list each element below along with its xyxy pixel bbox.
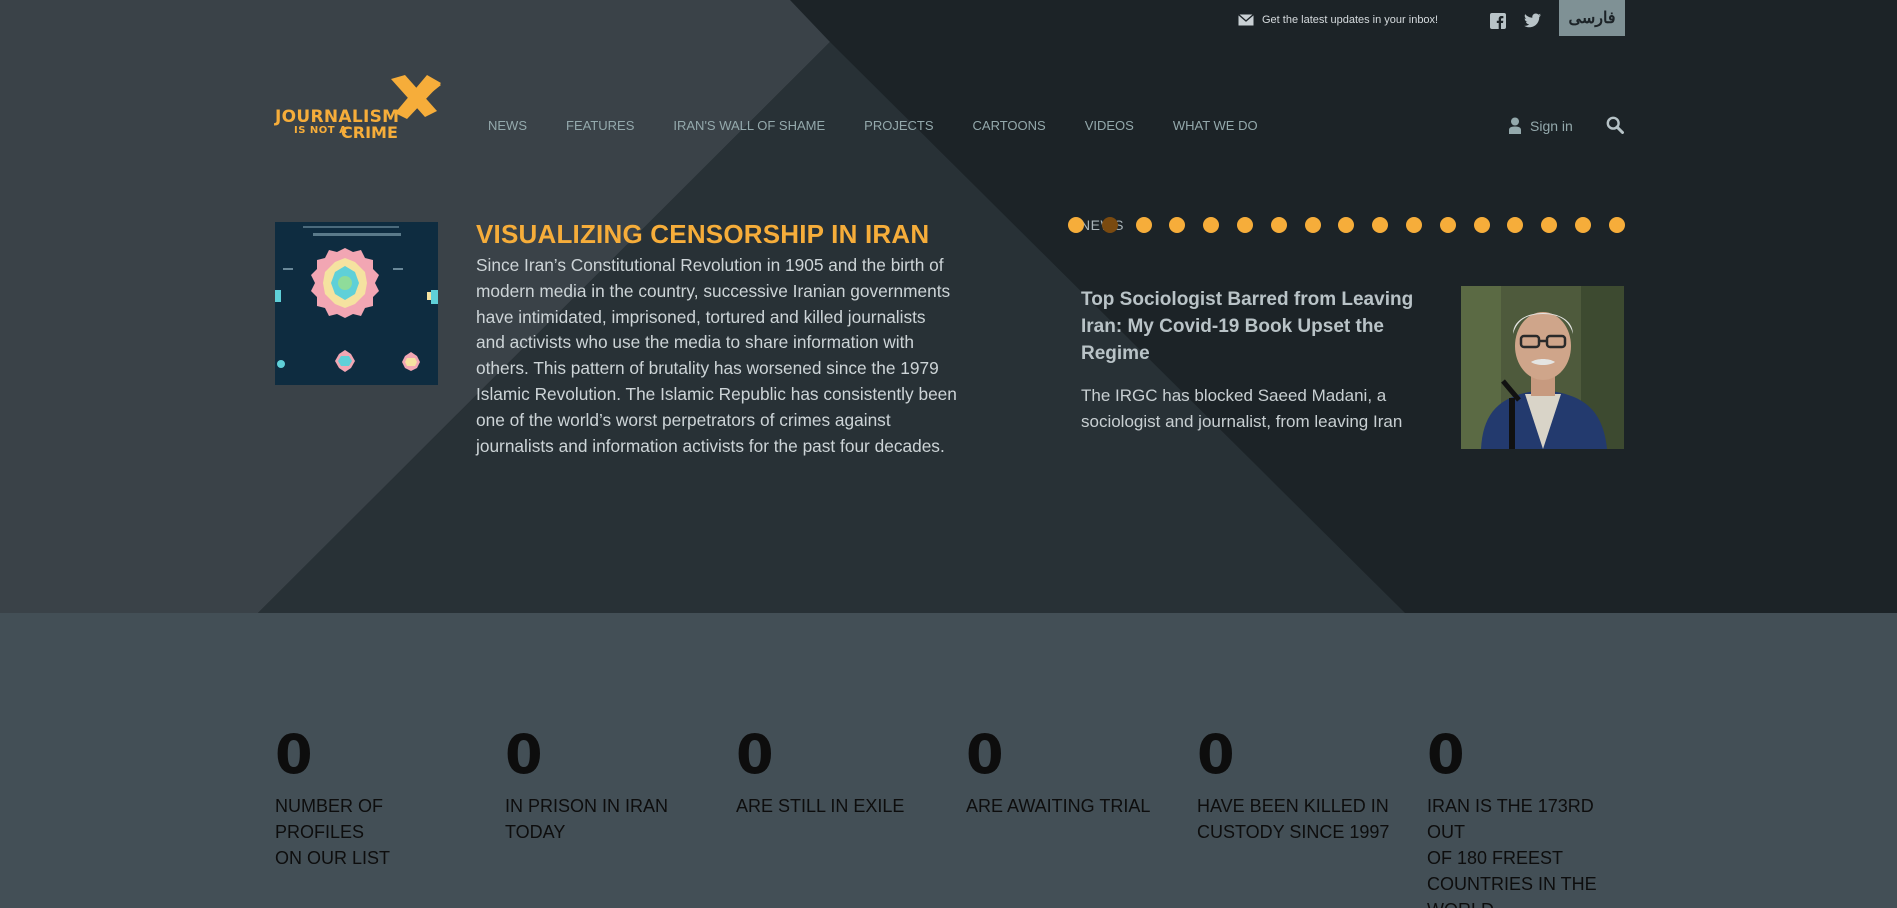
news-title-line: Top Sociologist Barred from Leaving xyxy=(1081,289,1414,310)
stat-label-line: HAVE BEEN KILLED IN xyxy=(1197,796,1389,816)
slider-dot[interactable] xyxy=(1068,217,1084,233)
stat-label: ARE AWAITING TRIAL xyxy=(966,793,1166,819)
nav-news[interactable]: NEWS xyxy=(488,118,527,133)
stat-profiles: 0 NUMBER OF PROFILES ON OUR LIST xyxy=(275,727,475,871)
stat-label: NUMBER OF PROFILES ON OUR LIST xyxy=(275,793,475,871)
nav-what-we-do[interactable]: WHAT WE DO xyxy=(1173,118,1258,133)
news-title-line: Regime xyxy=(1081,343,1150,364)
feature-body-line: Islamic Revolution. The Islamic Republic… xyxy=(476,383,957,404)
stat-in-exile: 0 ARE STILL IN EXILE xyxy=(736,727,936,819)
top-bar: Get the latest updates in your inbox! فا… xyxy=(0,0,1897,36)
news-title-line: Iran: My Covid-19 Book Upset the xyxy=(1081,316,1384,337)
stat-value: 0 xyxy=(505,723,543,786)
stat-value: 0 xyxy=(966,723,1004,786)
slider-dot[interactable] xyxy=(1304,217,1321,233)
newsletter-link[interactable]: Get the latest updates in your inbox! xyxy=(1238,14,1438,26)
feature-body-line: have intimidated, imprisoned, tortured a… xyxy=(476,306,926,327)
feature-image[interactable] xyxy=(275,222,438,385)
sign-in-label: Sign in xyxy=(1530,117,1573,134)
nav-projects[interactable]: PROJECTS xyxy=(864,118,933,133)
feature-body-line: journalists and information activists fo… xyxy=(476,435,945,456)
twitter-icon[interactable] xyxy=(1524,13,1541,28)
stat-label-line: ON OUR LIST xyxy=(275,848,391,868)
stat-label-line: OF 180 FREEST xyxy=(1427,848,1564,868)
slider-dot[interactable] xyxy=(1507,217,1524,233)
news-description: The IRGC has blocked Saeed Madani, a soc… xyxy=(1081,383,1441,435)
news-description-line: sociologist and journalist, from leaving… xyxy=(1081,412,1403,431)
logo-text-is-not-a: IS NOT A xyxy=(294,125,348,136)
search-icon[interactable] xyxy=(1606,116,1624,134)
stat-label-line: WORLD xyxy=(1427,897,1627,908)
feature-body-line: and activists who use the media to share… xyxy=(476,332,915,353)
main-nav: NEWS FEATURES IRAN'S WALL OF SHAME PROJE… xyxy=(488,118,1297,133)
stat-value: 0 xyxy=(1197,723,1235,786)
stat-killed-in-custody: 0 HAVE BEEN KILLED IN CUSTODY SINCE 1997 xyxy=(1197,727,1397,845)
hero-section: Get the latest updates in your inbox! فا… xyxy=(0,0,1897,613)
nav-features[interactable]: FEATURES xyxy=(566,118,634,133)
slider-dot[interactable] xyxy=(1372,217,1389,233)
stat-label-line: IN PRISON IN IRAN xyxy=(505,796,669,816)
user-icon xyxy=(1509,117,1521,134)
stat-label-line: ARE STILL IN EXILE xyxy=(736,796,905,816)
stat-in-prison: 0 IN PRISON IN IRAN TODAY xyxy=(505,727,705,845)
slider-dot[interactable] xyxy=(1406,217,1422,233)
stat-label-line: CUSTODY SINCE 1997 xyxy=(1197,822,1390,842)
stat-value: 0 xyxy=(736,723,774,786)
feature-body: Since Iran’s Constitutional Revolution i… xyxy=(476,253,986,459)
language-toggle-button[interactable]: فارسی xyxy=(1559,0,1625,36)
slider-dot[interactable] xyxy=(1237,217,1253,233)
slider-dot[interactable] xyxy=(1439,217,1456,233)
slider-dot[interactable] xyxy=(1203,217,1220,233)
censorship-visualization-thumbnail xyxy=(275,222,438,385)
slider-dot[interactable] xyxy=(1270,217,1287,233)
facebook-icon[interactable] xyxy=(1490,13,1506,29)
stat-label-line: IRAN IS THE 173RD OUT xyxy=(1427,796,1594,842)
slider-dot[interactable] xyxy=(1338,217,1355,233)
nav-cartoons[interactable]: CARTOONS xyxy=(973,118,1046,133)
stat-label-line: NUMBER OF PROFILES xyxy=(275,796,383,842)
slider-dot[interactable] xyxy=(1169,217,1186,233)
feature-body-line: modern media in the country, successive … xyxy=(476,280,951,301)
slider-dot[interactable] xyxy=(1101,217,1118,233)
news-description-line: The IRGC has blocked Saeed Madani, a xyxy=(1081,386,1387,405)
feature-body-line: Since Iran’s Constitutional Revolution i… xyxy=(476,255,944,275)
news-portrait-photo xyxy=(1461,286,1624,449)
nav-wall-of-shame[interactable]: IRAN'S WALL OF SHAME xyxy=(673,118,825,133)
stat-label: IRAN IS THE 173RD OUT OF 180 FREEST COUN… xyxy=(1427,793,1627,908)
site-logo[interactable]: JOURNALISM IS NOT A CRIME xyxy=(275,73,445,145)
stat-label-line: TODAY xyxy=(505,822,566,842)
news-title[interactable]: Top Sociologist Barred from Leaving Iran… xyxy=(1081,286,1431,367)
stat-awaiting-trial: 0 ARE AWAITING TRIAL xyxy=(966,727,1166,819)
stat-label-line: COUNTRIES IN THE xyxy=(1427,874,1597,894)
stat-label: IN PRISON IN IRAN TODAY xyxy=(505,793,705,845)
stat-value: 0 xyxy=(275,723,313,786)
mail-icon xyxy=(1238,14,1254,26)
stat-value: 0 xyxy=(1427,723,1465,786)
slider-dot[interactable] xyxy=(1541,217,1558,233)
feature-body-line: one of the world’s worst perpetrators of… xyxy=(476,409,891,430)
slider-dot[interactable] xyxy=(1135,217,1152,233)
stat-label: ARE STILL IN EXILE xyxy=(736,793,936,819)
slider-dot[interactable] xyxy=(1608,217,1625,233)
stat-label: HAVE BEEN KILLED IN CUSTODY SINCE 1997 xyxy=(1197,793,1397,845)
slider-pagination xyxy=(1068,217,1628,233)
newsletter-text: Get the latest updates in your inbox! xyxy=(1262,14,1439,26)
feature-title[interactable]: VISUALIZING CENSORSHIP IN IRAN xyxy=(476,219,929,250)
sign-in-link[interactable]: Sign in xyxy=(1509,117,1573,134)
nav-videos[interactable]: VIDEOS xyxy=(1085,118,1134,133)
feature-body-line: others. This pattern of brutality has wo… xyxy=(476,358,939,379)
news-image[interactable] xyxy=(1461,286,1624,449)
slider-dot[interactable] xyxy=(1575,217,1591,233)
stats-section: 0 NUMBER OF PROFILES ON OUR LIST 0 IN PR… xyxy=(0,613,1897,908)
slider-dot[interactable] xyxy=(1473,217,1490,233)
stat-press-freedom-rank: 0 IRAN IS THE 173RD OUT OF 180 FREEST CO… xyxy=(1427,727,1627,908)
logo-text-crime: CRIME xyxy=(341,123,398,142)
stat-label-line: ARE AWAITING TRIAL xyxy=(966,796,1151,816)
